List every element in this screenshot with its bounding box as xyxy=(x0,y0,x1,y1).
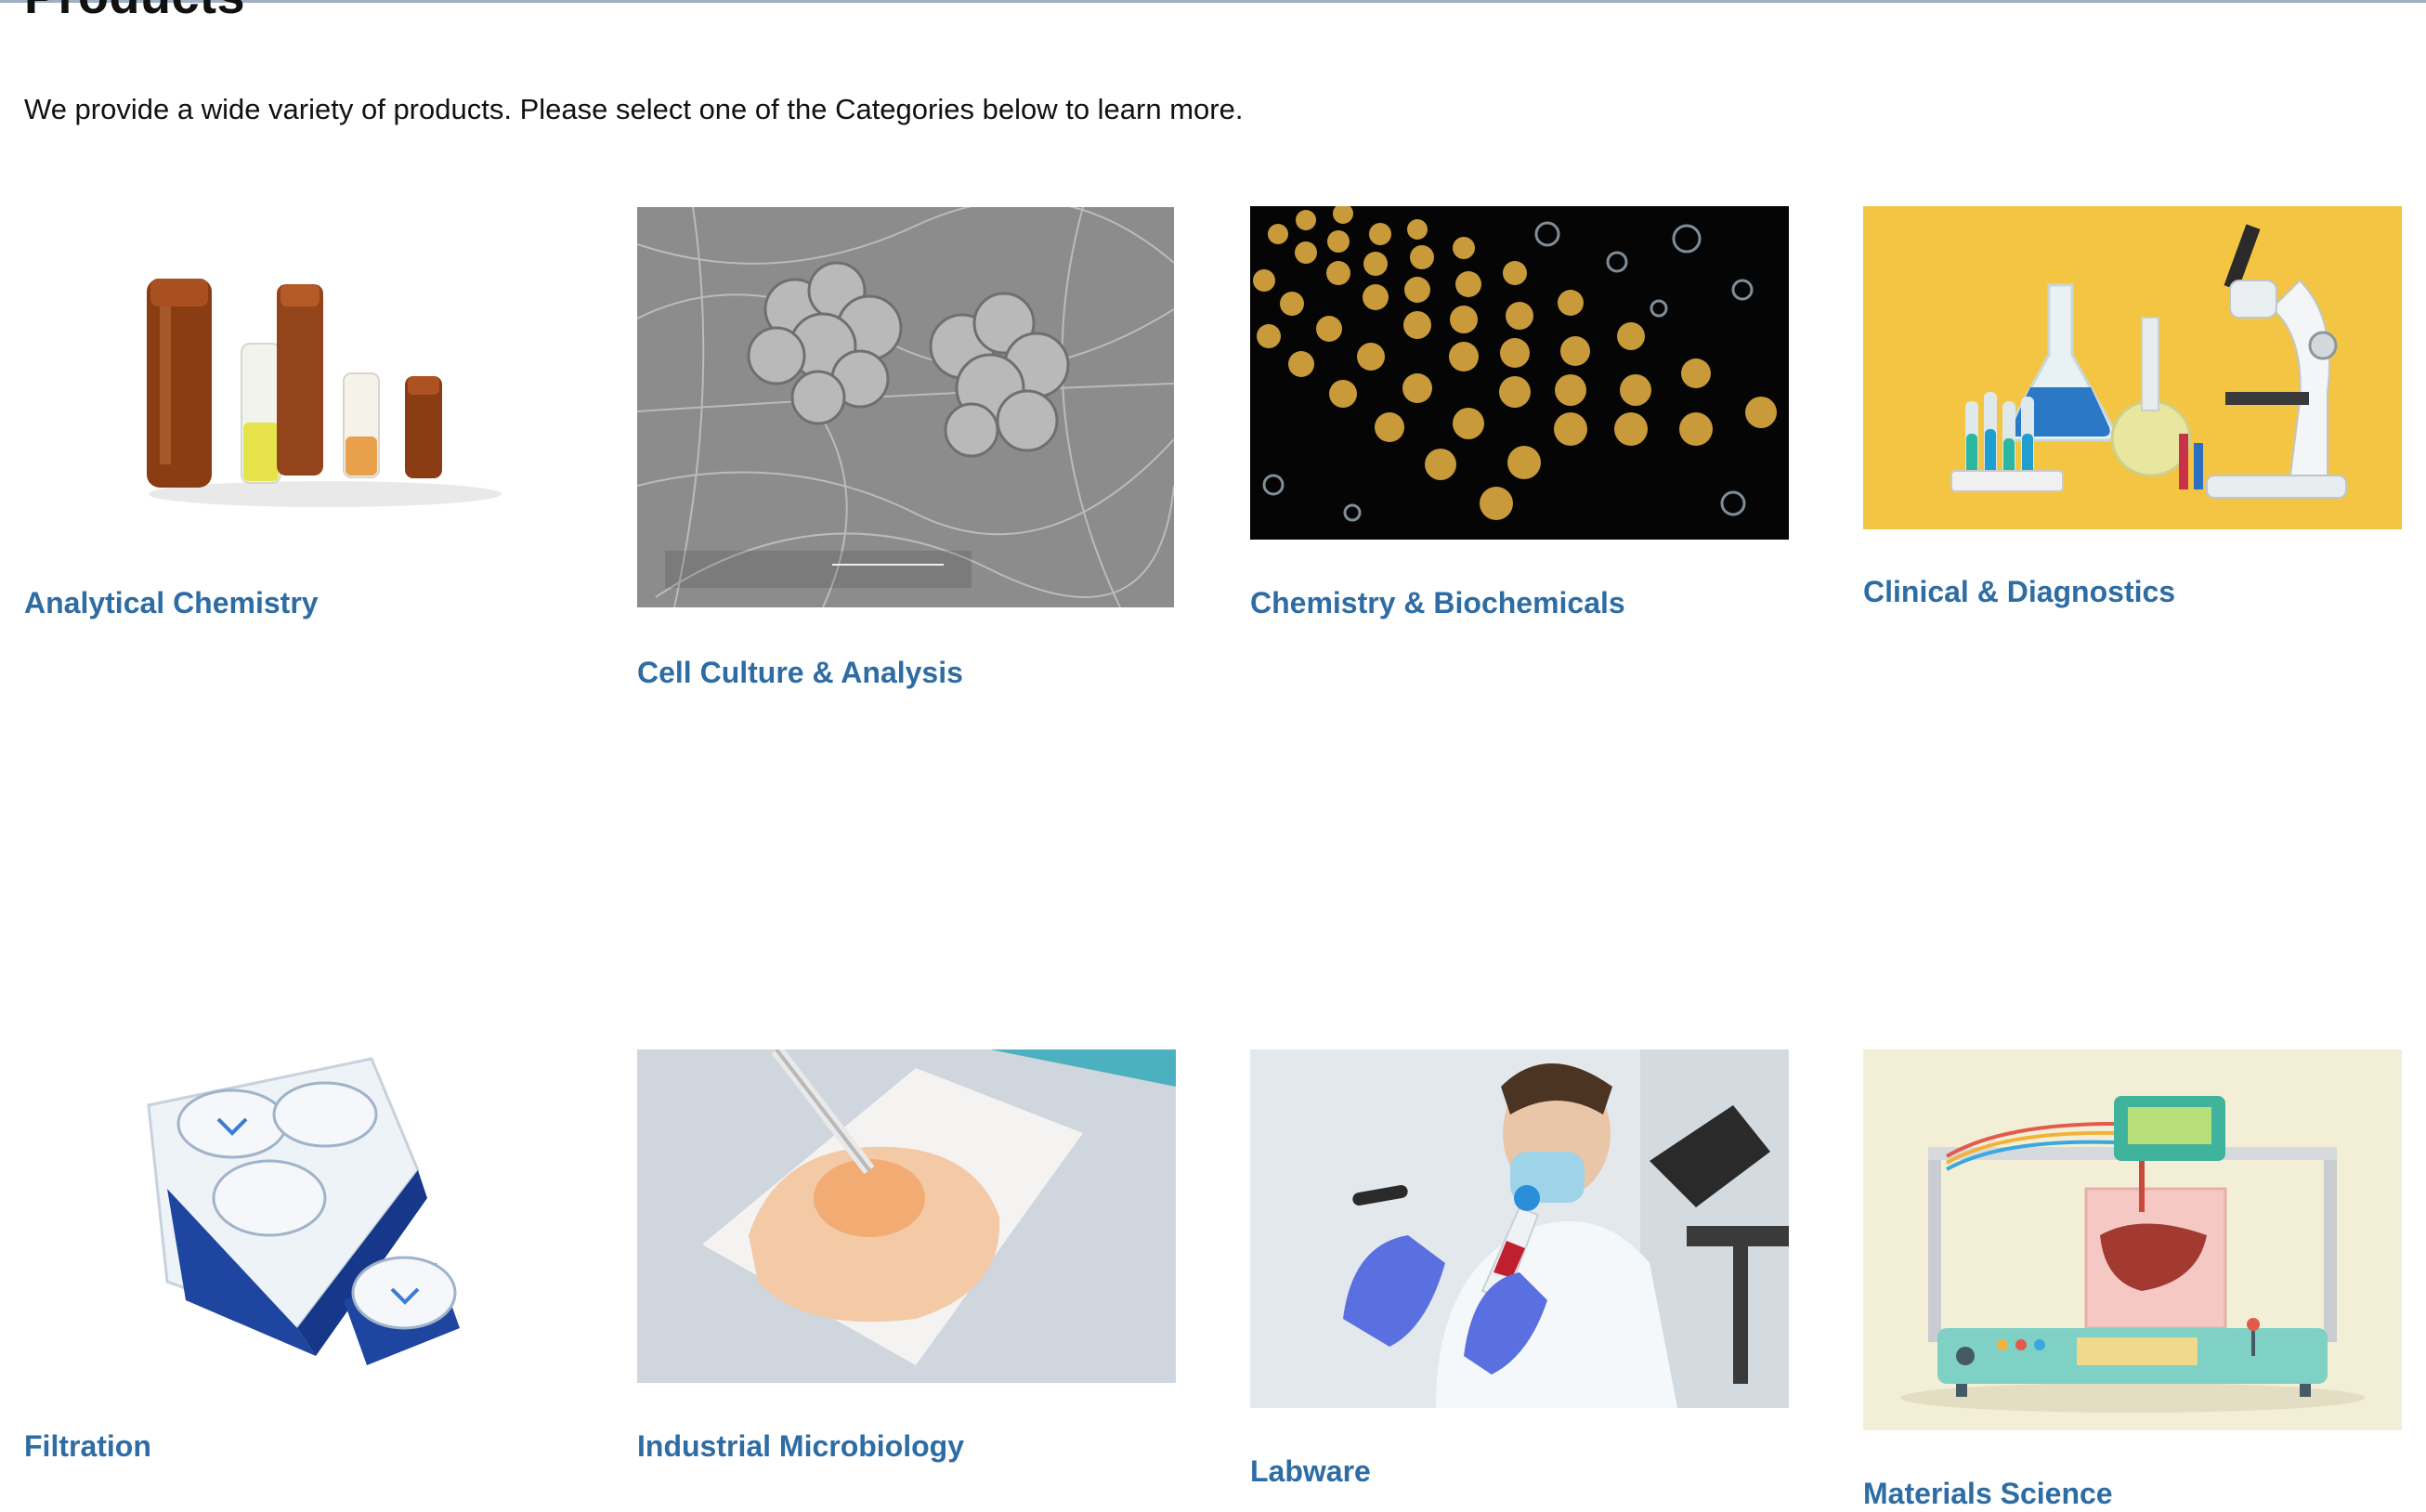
pipette-membrane-image[interactable] xyxy=(637,1049,1176,1383)
category-label[interactable]: Chemistry & Biochemicals xyxy=(1250,584,1625,621)
category-label[interactable]: Labware xyxy=(1250,1453,1371,1490)
filter-cassettes-image[interactable] xyxy=(130,1049,520,1384)
top-border xyxy=(0,0,2426,3)
electron-micrograph-image[interactable] xyxy=(637,207,1174,607)
category-label[interactable]: Cell Culture & Analysis xyxy=(637,654,963,691)
category-label[interactable]: Filtration xyxy=(24,1427,151,1465)
intro-text: We provide a wide variety of products. P… xyxy=(24,93,1244,125)
amber-vials-image[interactable] xyxy=(130,251,520,539)
category-label[interactable]: Materials Science xyxy=(1863,1475,2113,1512)
page-title: Products xyxy=(24,0,245,26)
category-label[interactable]: Industrial Microbiology xyxy=(637,1427,964,1465)
category-label[interactable]: Analytical Chemistry xyxy=(24,584,319,621)
category-label[interactable]: Clinical & Diagnostics xyxy=(1863,573,2175,610)
lab-glassware-microscope-image[interactable] xyxy=(1863,206,2402,529)
molecular-lattice-image[interactable] xyxy=(1250,206,1789,540)
bioprinter-image[interactable] xyxy=(1863,1049,2402,1430)
scientist-test-tube-image[interactable] xyxy=(1250,1049,1789,1408)
